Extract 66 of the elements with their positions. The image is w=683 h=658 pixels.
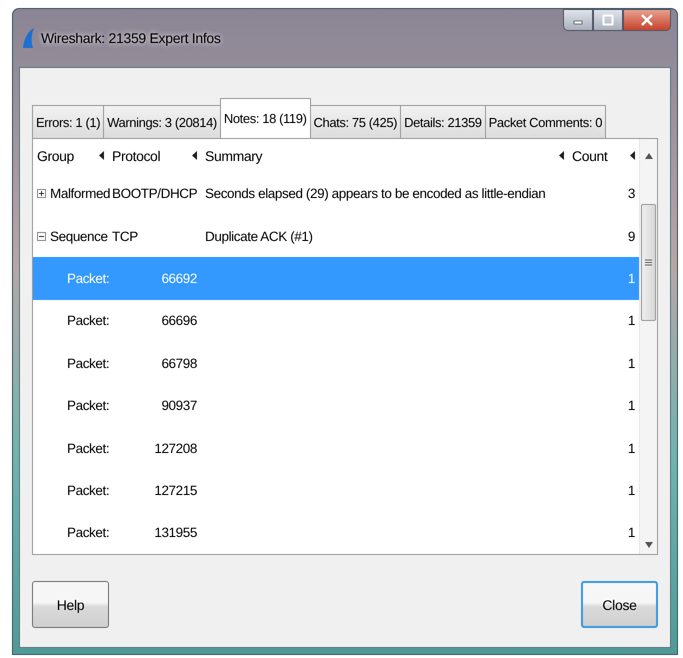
count-cell: 1: [628, 482, 635, 498]
group-cell: Packet:: [67, 482, 110, 498]
table-row[interactable]: Packet: 127208 1: [33, 426, 639, 470]
scrollbar[interactable]: [639, 139, 657, 554]
minimize-button[interactable]: [563, 9, 593, 31]
tab[interactable]: Chats: 75 (425): [310, 105, 402, 138]
packet-number: 66696: [161, 313, 197, 328]
packet-number: 66692: [161, 270, 197, 286]
count-cell: 9: [628, 228, 635, 244]
dialog-button[interactable]: Close: [581, 581, 658, 628]
count-cell: 1: [628, 525, 635, 540]
table-row[interactable]: Packet: 127215 1: [33, 469, 639, 512]
count-cell: 1: [628, 313, 635, 328]
packet-number: 131955: [154, 525, 197, 540]
dialog-button[interactable]: Help: [32, 581, 109, 628]
packet-number: 66798: [161, 356, 197, 371]
protocol-cell: BOOTP/DHCP: [112, 186, 198, 202]
group-cell: Sequence: [50, 228, 108, 244]
group-cell: Packet:: [67, 525, 110, 540]
table-row[interactable]: Packet: 90937 1: [33, 384, 639, 427]
packet-number: 127215: [154, 482, 197, 498]
count-cell: 1: [628, 270, 635, 286]
up-arrow-icon[interactable]: [644, 153, 652, 159]
window-title: Wireshark: 21359 Expert Infos: [41, 30, 221, 46]
tab[interactable]: Details: 21359: [400, 105, 486, 138]
count-cell: 3: [628, 186, 635, 202]
column-header[interactable]: Summary: [201, 139, 568, 173]
column-header[interactable]: Count: [568, 139, 639, 173]
maximize-button[interactable]: [593, 9, 623, 31]
tab[interactable]: Errors: 1 (1): [32, 105, 104, 138]
tab[interactable]: Packet Comments: 0: [484, 105, 606, 138]
group-cell: Packet:: [67, 440, 110, 456]
table-row[interactable]: Packet: 66696 1: [33, 300, 639, 342]
expand-icon[interactable]: [37, 189, 46, 198]
collapse-icon[interactable]: [37, 232, 46, 241]
table-row[interactable]: Sequence TCP Duplicate ACK (#1) 9: [33, 214, 639, 258]
column-header[interactable]: Protocol: [108, 139, 201, 173]
count-cell: 1: [628, 356, 635, 371]
group-cell: Packet:: [67, 313, 110, 328]
summary-cell: Duplicate ACK (#1): [205, 228, 313, 244]
group-cell: Packet:: [67, 398, 110, 414]
count-cell: 1: [628, 440, 635, 456]
table-row[interactable]: Packet: 66798 1: [33, 342, 639, 384]
packet-number: 90937: [161, 398, 197, 414]
packet-number: 127208: [154, 440, 197, 456]
group-cell: Malformed: [50, 186, 110, 202]
tab[interactable]: Warnings: 3 (20814): [103, 105, 221, 138]
group-cell: Packet:: [67, 356, 110, 371]
column-header[interactable]: Group: [33, 139, 108, 173]
scroll-thumb[interactable]: [641, 204, 656, 321]
summary-cell: Seconds elapsed (29) appears to be encoded as little-endian: [205, 186, 546, 202]
count-cell: 1: [628, 398, 635, 414]
table-row[interactable]: Malformed BOOTP/DHCP Seconds elapsed (29) appears to be encoded as little-endian 3: [33, 172, 639, 215]
table-row[interactable]: Packet: 131955 1: [33, 512, 639, 554]
fin-icon: [21, 27, 35, 49]
close-icon: [640, 14, 654, 26]
sort-arrow-icon: [630, 151, 635, 160]
close-button[interactable]: [623, 9, 671, 31]
sort-arrow-icon: [192, 151, 197, 160]
tab[interactable]: Notes: 18 (119): [220, 98, 310, 138]
protocol-cell: TCP: [112, 228, 138, 244]
sort-arrow-icon: [559, 151, 564, 160]
maximize-icon: [602, 14, 614, 26]
down-arrow-icon[interactable]: [644, 542, 652, 548]
group-cell: Packet:: [67, 270, 110, 286]
sort-arrow-icon: [99, 151, 104, 160]
